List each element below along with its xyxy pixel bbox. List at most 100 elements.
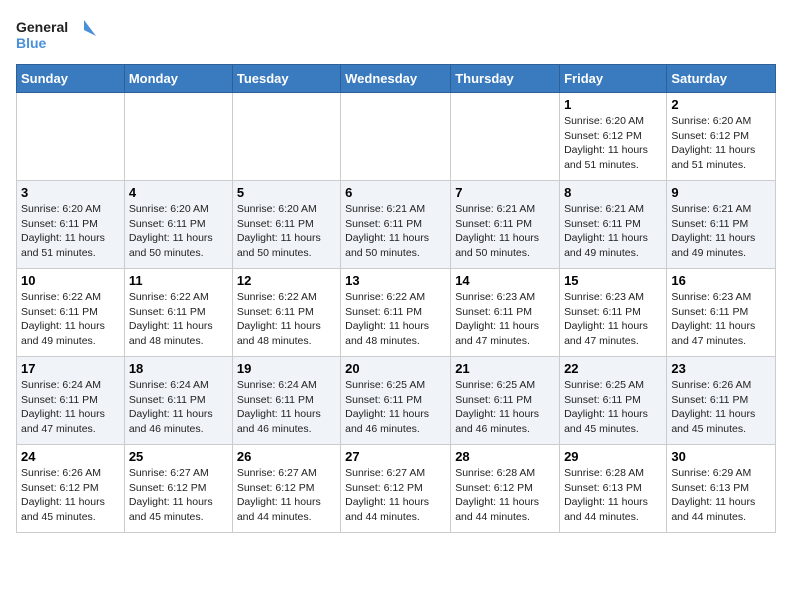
day-cell-7: 7 Sunrise: 6:21 AMSunset: 6:11 PMDaylight… [451,181,560,269]
day-number: 10 [21,273,120,288]
calendar-header: SundayMondayTuesdayWednesdayThursdayFrid… [17,65,776,93]
day-info: Sunrise: 6:29 AMSunset: 6:13 PMDaylight:… [671,466,771,525]
day-info: Sunrise: 6:22 AMSunset: 6:11 PMDaylight:… [237,290,336,349]
day-info: Sunrise: 6:26 AMSunset: 6:12 PMDaylight:… [21,466,120,525]
day-cell-5: 5Sunrise: 6:20 AMSunset: 6:11 PMDaylight… [232,181,340,269]
day-info: Sunrise: 6:22 AMSunset: 6:11 PMDaylight:… [129,290,228,349]
week-row: 10 Sunrise: 6:22 AMSunset: 6:11 PMDayligh… [17,269,776,357]
day-number: 23 [671,361,771,376]
week-row: 3 Sunrise: 6:20 AMSunset: 6:11 PMDaylight… [17,181,776,269]
day-number: 27 [345,449,446,464]
day-info: Sunrise: 6:22 AMSunset: 6:11 PMDaylight:… [345,290,446,349]
day-cell-9: 9Sunrise: 6:21 AMSunset: 6:11 PMDaylight… [667,181,776,269]
day-cell-10: 10Sunrise: 6:22 AMSunset: 6:11 PMDayligh… [17,269,125,357]
day-cell-19: 19Sunrise: 6:24 AMSunset: 6:11 PMDayligh… [232,357,340,445]
day-number: 22 [564,361,662,376]
day-number: 2 [671,97,771,112]
day-info: Sunrise: 6:27 AMSunset: 6:12 PMDaylight:… [129,466,228,525]
day-number: 21 [455,361,555,376]
day-number: 24 [21,449,120,464]
day-cell-13: 13 Sunrise: 6:22 AMSunset: 6:11 PMDayligh… [341,269,451,357]
empty-cell [232,93,340,181]
empty-cell [17,93,125,181]
logo-svg: General Blue [16,16,96,56]
day-info: Sunrise: 6:26 AMSunset: 6:11 PMDaylight:… [671,378,771,437]
day-number: 3 [21,185,120,200]
day-number: 30 [671,449,771,464]
calendar-table: SundayMondayTuesdayWednesdayThursdayFrid… [16,64,776,533]
day-cell-6: 6Sunrise: 6:21 AMSunset: 6:11 PMDaylight… [341,181,451,269]
day-info: Sunrise: 6:24 AMSunset: 6:11 PMDaylight:… [129,378,228,437]
day-cell-28: 28 Sunrise: 6:28 AMSunset: 6:12 PMDayligh… [451,445,560,533]
svg-text:Blue: Blue [16,35,47,51]
day-number: 20 [345,361,446,376]
day-number: 16 [671,273,771,288]
day-info: Sunrise: 6:21 AMSunset: 6:11 PMDaylight:… [345,202,446,261]
day-number: 29 [564,449,662,464]
day-info: Sunrise: 6:21 AMSunset: 6:11 PMDaylight:… [455,202,555,261]
week-row: 1 Sunrise: 6:20 AMSunset: 6:12 PMDaylight… [17,93,776,181]
day-cell-27: 27 Sunrise: 6:27 AMSunset: 6:12 PMDayligh… [341,445,451,533]
page-header: General Blue [16,16,776,56]
day-info: Sunrise: 6:20 AMSunset: 6:11 PMDaylight:… [21,202,120,261]
day-number: 9 [671,185,771,200]
header-row: SundayMondayTuesdayWednesdayThursdayFrid… [17,65,776,93]
day-cell-8: 8 Sunrise: 6:21 AMSunset: 6:11 PMDaylight… [560,181,667,269]
day-info: Sunrise: 6:25 AMSunset: 6:11 PMDaylight:… [345,378,446,437]
day-number: 12 [237,273,336,288]
day-cell-22: 22 Sunrise: 6:25 AMSunset: 6:11 PMDayligh… [560,357,667,445]
day-cell-4: 4Sunrise: 6:20 AMSunset: 6:11 PMDaylight… [124,181,232,269]
logo: General Blue [16,16,96,56]
day-number: 7 [455,185,555,200]
day-cell-17: 17 Sunrise: 6:24 AMSunset: 6:11 PMDayligh… [17,357,125,445]
day-info: Sunrise: 6:24 AMSunset: 6:11 PMDaylight:… [21,378,120,437]
day-number: 8 [564,185,662,200]
day-number: 13 [345,273,446,288]
day-cell-30: 30 Sunrise: 6:29 AMSunset: 6:13 PMDayligh… [667,445,776,533]
empty-cell [341,93,451,181]
day-info: Sunrise: 6:23 AMSunset: 6:11 PMDaylight:… [671,290,771,349]
day-number: 11 [129,273,228,288]
day-cell-18: 18 Sunrise: 6:24 AMSunset: 6:11 PMDayligh… [124,357,232,445]
day-info: Sunrise: 6:27 AMSunset: 6:12 PMDaylight:… [237,466,336,525]
day-number: 14 [455,273,555,288]
day-info: Sunrise: 6:20 AMSunset: 6:12 PMDaylight:… [564,114,662,173]
day-cell-15: 15 Sunrise: 6:23 AMSunset: 6:11 PMDayligh… [560,269,667,357]
day-number: 15 [564,273,662,288]
svg-text:General: General [16,19,68,35]
header-cell-tuesday: Tuesday [232,65,340,93]
header-cell-thursday: Thursday [451,65,560,93]
header-cell-friday: Friday [560,65,667,93]
day-cell-16: 16 Sunrise: 6:23 AMSunset: 6:11 PMDayligh… [667,269,776,357]
day-info: Sunrise: 6:20 AMSunset: 6:11 PMDaylight:… [237,202,336,261]
day-info: Sunrise: 6:21 AMSunset: 6:11 PMDaylight:… [564,202,662,261]
day-cell-11: 11 Sunrise: 6:22 AMSunset: 6:11 PMDayligh… [124,269,232,357]
day-cell-25: 25 Sunrise: 6:27 AMSunset: 6:12 PMDayligh… [124,445,232,533]
day-number: 26 [237,449,336,464]
day-number: 1 [564,97,662,112]
day-cell-1: 1 Sunrise: 6:20 AMSunset: 6:12 PMDaylight… [560,93,667,181]
week-row: 24 Sunrise: 6:26 AMSunset: 6:12 PMDayligh… [17,445,776,533]
day-cell-20: 20 Sunrise: 6:25 AMSunset: 6:11 PMDayligh… [341,357,451,445]
day-number: 18 [129,361,228,376]
day-cell-21: 21 Sunrise: 6:25 AMSunset: 6:11 PMDayligh… [451,357,560,445]
day-info: Sunrise: 6:25 AMSunset: 6:11 PMDaylight:… [455,378,555,437]
day-number: 25 [129,449,228,464]
header-cell-sunday: Sunday [17,65,125,93]
day-cell-29: 29Sunrise: 6:28 AMSunset: 6:13 PMDayligh… [560,445,667,533]
header-cell-wednesday: Wednesday [341,65,451,93]
header-cell-monday: Monday [124,65,232,93]
week-row: 17 Sunrise: 6:24 AMSunset: 6:11 PMDayligh… [17,357,776,445]
day-info: Sunrise: 6:28 AMSunset: 6:12 PMDaylight:… [455,466,555,525]
day-info: Sunrise: 6:23 AMSunset: 6:11 PMDaylight:… [564,290,662,349]
day-info: Sunrise: 6:23 AMSunset: 6:11 PMDaylight:… [455,290,555,349]
day-info: Sunrise: 6:27 AMSunset: 6:12 PMDaylight:… [345,466,446,525]
day-cell-26: 26 Sunrise: 6:27 AMSunset: 6:12 PMDayligh… [232,445,340,533]
day-info: Sunrise: 6:25 AMSunset: 6:11 PMDaylight:… [564,378,662,437]
empty-cell [124,93,232,181]
day-cell-24: 24 Sunrise: 6:26 AMSunset: 6:12 PMDayligh… [17,445,125,533]
day-number: 28 [455,449,555,464]
header-cell-saturday: Saturday [667,65,776,93]
day-info: Sunrise: 6:20 AMSunset: 6:11 PMDaylight:… [129,202,228,261]
day-number: 17 [21,361,120,376]
